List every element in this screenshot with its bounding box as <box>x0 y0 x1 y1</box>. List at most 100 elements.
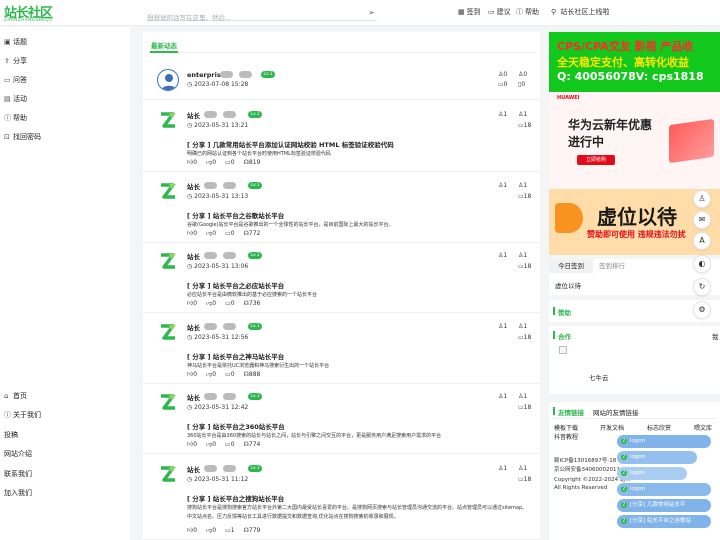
post-item[interactable]: 站长 Lv.1 ◷ 2023-05-31 12:42 ♙1 ♙1 ▭18 [ 分享 ] 站长… <box>143 384 540 454</box>
post-author[interactable]: 站长 <box>187 181 200 191</box>
link-item[interactable]: 模板下载 <box>554 423 578 432</box>
buy-button[interactable]: 立即抢购 <box>577 155 615 165</box>
post-title[interactable]: [ 分享 ] 站长平台之搜狗站长平台 <box>187 493 284 503</box>
reply-button[interactable]: ▭0 <box>225 441 235 448</box>
signin-empty: 虚位以待 <box>555 282 581 290</box>
post-item[interactable]: 站长 Lv.1 ◷ 2023-05-31 13:13 ♙1 ♙1 ▭18 [ 分享 ] 站长… <box>143 173 540 243</box>
avatar[interactable] <box>157 463 179 485</box>
user-tag <box>223 111 236 118</box>
send-icon[interactable]: ➢ <box>368 8 375 17</box>
link-item[interactable]: 喂文库 <box>694 423 712 432</box>
nav-home[interactable]: ⌂ 首页 <box>4 391 27 401</box>
site-logo[interactable]: 站长社区 ZHANZHANGSHEQU <box>4 2 62 24</box>
ad-banner-huawei[interactable]: HUAWEI 华为云新年优惠 进行中 立即抢购 <box>549 92 720 189</box>
nav-contribute[interactable]: 投稿 <box>4 430 18 440</box>
nav-join[interactable]: 加入我们 <box>4 488 32 498</box>
nav-activity[interactable]: ▤ 活动 <box>4 94 27 104</box>
avatar[interactable] <box>157 69 179 91</box>
post-title[interactable]: [ 分享 ] 站长平台之神马站长平台 <box>187 351 284 361</box>
post-author[interactable]: 站长 <box>187 464 200 474</box>
reply-button[interactable]: ▭0 <box>225 371 235 378</box>
level-badge: Lv.1 <box>248 252 262 259</box>
avatar[interactable] <box>157 180 179 202</box>
nav-topic[interactable]: ▣ 话题 <box>4 37 27 47</box>
post-title[interactable]: [ 分享 ] 站长平台之360站长平台 <box>187 421 285 431</box>
reply-button[interactable]: ▭1 <box>225 527 235 534</box>
nav-share[interactable]: ⇪ 分享 <box>4 56 27 66</box>
avatar[interactable] <box>157 250 179 272</box>
post-title[interactable]: [ 分享 ] 站长平台之必应站长平台 <box>187 280 284 290</box>
message-float-button[interactable]: ✉ <box>693 211 711 229</box>
dislike-button[interactable]: 👎︎0 <box>206 159 216 166</box>
post-title[interactable]: [ 分享 ] 几款常用站长平台添加认证网站校验 HTML 标签验证校验代码 <box>187 139 394 149</box>
avatar[interactable] <box>157 109 179 131</box>
link-item[interactable]: 标志欣赏 <box>647 423 671 432</box>
post-item[interactable]: 站长 Lv.1 ◷ 2023-05-31 13:06 ♙1 ♙1 ▭18 [ 分享 ] 站长… <box>143 243 540 313</box>
post-author[interactable]: 站长 <box>187 322 200 332</box>
like-button[interactable]: 👍︎0 <box>187 371 197 378</box>
dislike-button[interactable]: 👎︎0 <box>206 527 216 534</box>
user-tag <box>204 393 217 400</box>
notice-pill[interactable]: Z [分享] 几款常用站长平 <box>617 499 711 512</box>
reply-button[interactable]: ▭0 <box>225 230 235 237</box>
post-author[interactable]: 站长 <box>187 251 200 261</box>
refresh-float-button[interactable]: ↻ <box>693 278 711 296</box>
post-item[interactable]: 站长 Lv.1 ◷ 2023-05-31 11:12 ♙1 ♙1 ▭18 [ 分享 ] 站长… <box>143 456 540 540</box>
notice-pill[interactable]: Z [分享] 站长平台之谷歌站 <box>617 515 711 528</box>
gear-icon: ⚙ <box>698 305 706 314</box>
post-item[interactable]: enterprise Lv.1 ◷ 2023-07-08 15:28 ♙0 ♙0… <box>143 60 540 100</box>
notice-pill[interactable]: Zlogon <box>617 483 711 496</box>
avatar[interactable] <box>157 391 179 413</box>
nav-about[interactable]: ⓘ 关于我们 <box>4 410 41 420</box>
notice-pill[interactable]: Zlogon <box>617 435 711 448</box>
post-title[interactable]: [ 分享 ] 站长平台之谷歌站长平台 <box>187 210 284 220</box>
post-author[interactable]: 站长 <box>187 392 200 402</box>
help-link[interactable]: ⓘ 帮助 <box>516 7 539 17</box>
signin-link[interactable]: ▦ 签到 <box>458 7 481 17</box>
dislike-button[interactable]: 👎︎0 <box>206 441 216 448</box>
feed-panel: 最新动态 enterprise Lv.1 ◷ 2023-07-08 15:28 … <box>143 32 540 540</box>
nav-forgot-password[interactable]: ⊡ 找回密码 <box>4 132 41 142</box>
dislike-button[interactable]: 👎︎0 <box>206 230 216 237</box>
link-item[interactable]: 抖音教程 <box>554 432 578 441</box>
suggest-link[interactable]: ▭ 建议 <box>488 7 511 17</box>
reply-button[interactable]: ▭0 <box>225 159 235 166</box>
nav-contact[interactable]: 联系我们 <box>4 469 32 479</box>
avatar[interactable] <box>157 321 179 343</box>
user-tag <box>223 182 236 189</box>
like-button[interactable]: 👍︎0 <box>187 159 197 166</box>
tab-signin-rank[interactable]: 签到排行 <box>599 259 625 273</box>
notice-pill[interactable]: Zlogon <box>617 451 697 464</box>
nav-qa[interactable]: ▭ 问答 <box>4 75 27 85</box>
tab-latest[interactable]: 最新动态 <box>151 40 177 50</box>
link-item[interactable]: 开发文档 <box>600 423 624 432</box>
announcement[interactable]: ⚲ 站长社区上线啦 <box>551 7 609 17</box>
ad-banner-cps[interactable]: CPS/CPA交友 影视 产品收 全天稳定支付、高转化收益 Q: 4005607… <box>549 32 720 92</box>
icp-number[interactable]: 赖ICP备13016897号-18 <box>554 456 616 464</box>
like-button[interactable]: 👍︎0 <box>187 527 197 534</box>
font-float-button[interactable]: A <box>693 232 711 250</box>
search-input[interactable] <box>147 11 357 26</box>
post-author[interactable]: 站长 <box>187 110 200 120</box>
nav-site-intro[interactable]: 网站介绍 <box>4 449 32 459</box>
tab-friend-links[interactable]: 友情链接 <box>558 407 584 417</box>
dislike-button[interactable]: 👎︎0 <box>206 300 216 307</box>
info-icon: ⓘ <box>4 411 11 419</box>
police-record[interactable]: 京公网安备34060002011... <box>554 465 625 473</box>
coop-item[interactable]: 七牛云 <box>589 372 609 382</box>
settings-float-button[interactable]: ⚙ <box>693 301 711 319</box>
theme-float-button[interactable]: ◐ <box>693 255 711 273</box>
tab-today-signin[interactable]: 今日签到 <box>549 259 593 273</box>
dislike-button[interactable]: 👎︎0 <box>206 371 216 378</box>
like-button[interactable]: 👍︎0 <box>187 230 197 237</box>
user-float-button[interactable]: ♙ <box>693 190 711 208</box>
post-item[interactable]: 站长 Lv.1 ◷ 2023-05-31 12:56 ♙1 ♙1 ▭18 [ 分享 ] 站长… <box>143 314 540 384</box>
nav-help[interactable]: ⓘ 帮助 <box>4 113 27 123</box>
notice-pill[interactable]: Zlogon <box>617 467 687 480</box>
like-button[interactable]: 👍︎0 <box>187 300 197 307</box>
like-button[interactable]: 👍︎0 <box>187 441 197 448</box>
post-item[interactable]: 站长 Lv.1 ◷ 2023-05-31 13:21 ♙1 ♙1 ▭18 [ 分享 ] 几款… <box>143 102 540 172</box>
tab-site-links[interactable]: 网站的友情链接 <box>593 407 639 417</box>
reply-button[interactable]: ▭0 <box>225 300 235 307</box>
level-badge: Lv.1 <box>261 71 275 78</box>
